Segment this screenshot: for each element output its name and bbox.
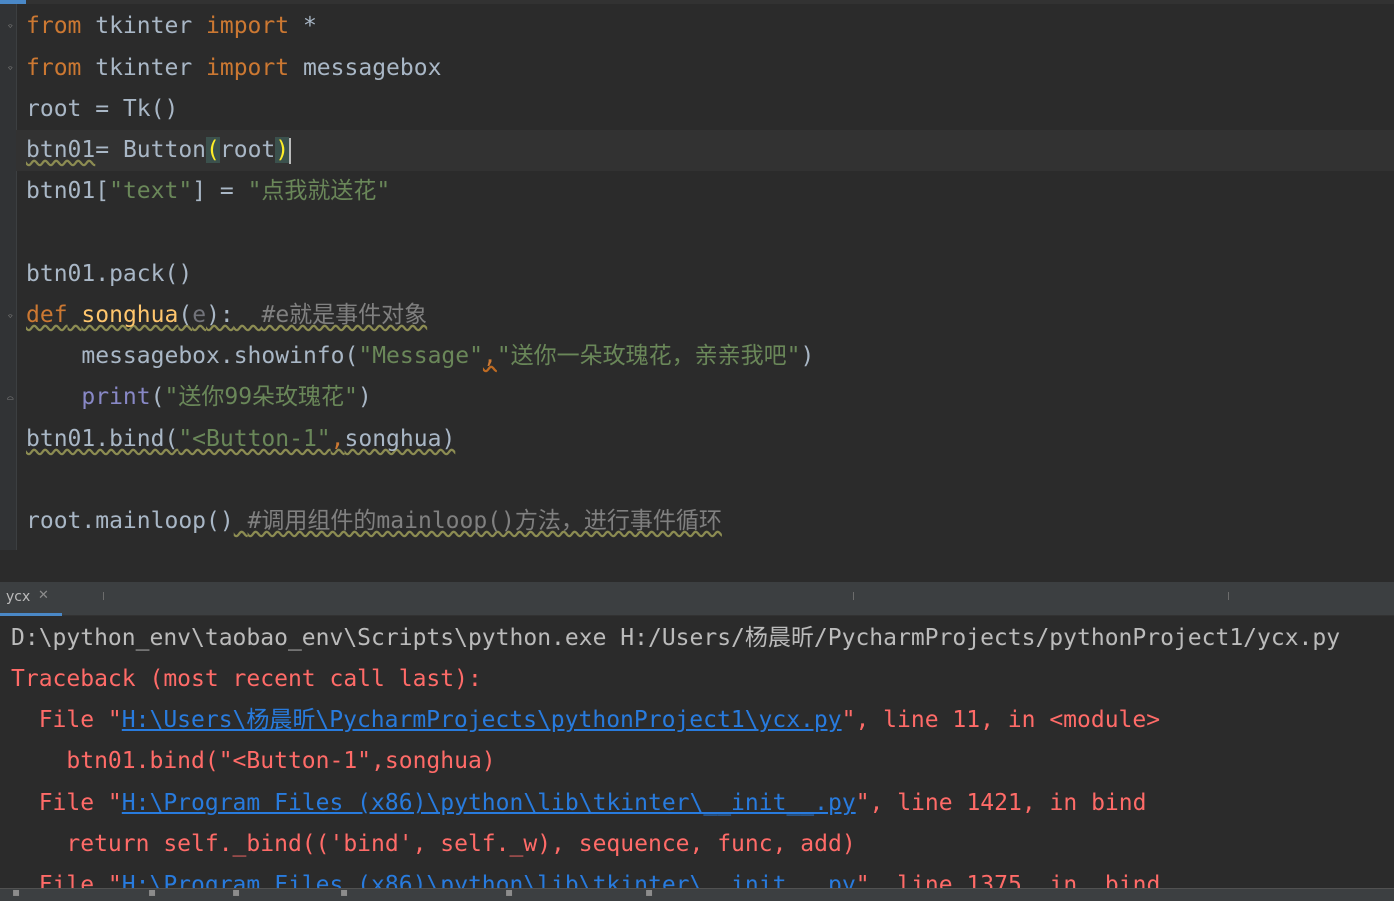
code-text: = Button — [95, 137, 207, 163]
traceback-text: ", line 1421, in bind — [855, 790, 1147, 816]
console-line: File "H:\Users\杨晨昕\PycharmProjects\pytho… — [11, 700, 1160, 741]
code-line[interactable]: messagebox.showinfo("Message","送你一朵玫瑰花，亲… — [26, 336, 814, 377]
code-text: ] = — [192, 178, 248, 204]
code-text: tkinter — [81, 55, 207, 81]
string-literal: "<Button-1" — [178, 426, 331, 452]
tool-window-button[interactable]: ▪ — [340, 889, 348, 899]
traceback-code: return self._bind(('bind', self._w), seq… — [11, 831, 856, 857]
keyword: from — [26, 13, 82, 39]
tool-window-button[interactable]: ▪ — [645, 889, 653, 899]
code-text: root.mainloop() — [26, 508, 234, 534]
code-text: btn01.pack() — [26, 261, 193, 287]
console-command: D:\python_env\taobao_env\Scripts\python.… — [11, 625, 1341, 651]
code-line[interactable]: btn01.pack() — [26, 254, 192, 295]
editor-tab-strip — [0, 0, 1394, 4]
traceback-text: ", line 11, in <module> — [841, 707, 1161, 733]
run-console[interactable]: D:\python_env\taobao_env\Scripts\python.… — [0, 616, 1394, 888]
file-link[interactable]: H:\Program Files (x86)\python\lib\tkinte… — [122, 872, 856, 888]
traceback-text: File " — [11, 872, 122, 888]
code-text: * — [289, 13, 317, 39]
code-text: ) — [357, 384, 372, 410]
console-line: return self._bind(('bind', self._w), seq… — [11, 824, 856, 865]
console-line: D:\python_env\taobao_env\Scripts\python.… — [11, 618, 1340, 659]
code-text: tkinter — [81, 13, 207, 39]
comma: , — [482, 343, 497, 369]
console-line: File "H:\Program Files (x86)\python\lib\… — [11, 783, 1147, 824]
tool-window-button[interactable]: ▪ — [148, 889, 156, 899]
fold-marker-icon[interactable]: ⌔ — [7, 62, 17, 76]
panel-splitter[interactable] — [0, 550, 1394, 582]
matched-paren: ) — [275, 137, 290, 163]
code-text: ( — [150, 384, 165, 410]
code-text: songhua) — [344, 426, 456, 452]
traceback-text: File " — [11, 790, 122, 816]
code-text: root = Tk() — [26, 96, 179, 122]
comment: #e就是事件对象 — [261, 302, 428, 328]
string-literal: "点我就送花" — [247, 178, 391, 204]
console-line: Traceback (most recent call last): — [11, 659, 482, 700]
parameter: e — [192, 302, 207, 328]
fold-marker-icon[interactable]: ⌔ — [7, 20, 17, 34]
console-line: File "H:\Program Files (x86)\python\lib\… — [11, 865, 1161, 888]
string-literal: "送你99朵玫瑰花" — [164, 384, 358, 410]
code-line[interactable]: root.mainloop() #调用组件的mainloop()方法，进行事件循… — [26, 501, 722, 542]
tool-window-button[interactable]: ▪ — [505, 889, 513, 899]
code-line[interactable]: from tkinter import messagebox — [26, 48, 441, 89]
comment: #调用组件的mainloop()方法，进行事件循环 — [247, 508, 722, 534]
tool-window-button[interactable]: ▪ — [12, 889, 20, 899]
string-literal: "Message" — [358, 343, 483, 369]
traceback-header: Traceback (most recent call last): — [11, 666, 482, 692]
code-text: btn01 — [26, 137, 96, 163]
text-caret — [289, 137, 292, 164]
tool-window-button[interactable]: ▪ — [232, 889, 240, 899]
code-line[interactable]: from tkinter import * — [26, 6, 317, 47]
editor-gutter: ⌔ ⌔ ⌔ ⌓ — [0, 4, 17, 550]
run-tab-ycx[interactable]: ycx ✕ — [0, 582, 62, 616]
file-link[interactable]: H:\Program Files (x86)\python\lib\tkinte… — [122, 790, 856, 816]
code-line[interactable]: print("送你99朵玫瑰花") — [26, 377, 372, 418]
traceback-text: ", line 1375, in _bind — [855, 872, 1161, 888]
close-icon[interactable]: ✕ — [38, 588, 49, 603]
run-tab-label: ycx — [6, 589, 31, 605]
code-text: ): — [206, 302, 234, 328]
code-line[interactable]: def songhua(e): #e就是事件对象 — [26, 295, 427, 336]
bottom-tool-strip: ▪ ▪ ▪ ▪ ▪ ▪ — [0, 888, 1394, 901]
code-text: messagebox — [289, 55, 442, 81]
traceback-code: btn01.bind("<Button-1",songhua) — [11, 748, 496, 774]
keyword: import — [206, 55, 290, 81]
code-text: ( — [178, 302, 193, 328]
drag-handle-icon — [1228, 592, 1229, 600]
fold-marker-icon[interactable]: ⌓ — [7, 392, 17, 406]
run-tool-window-header: ycx ✕ — [0, 582, 1394, 616]
function-name: songhua — [81, 302, 179, 328]
code-text: messagebox.showinfo( — [26, 343, 359, 369]
code-text: btn01[ — [26, 178, 110, 204]
current-code-line[interactable]: btn01= Button(root) — [16, 130, 1394, 171]
drag-handle-icon[interactable] — [103, 592, 104, 600]
comma: , — [330, 426, 345, 452]
keyword: import — [206, 13, 290, 39]
code-text: root — [219, 137, 276, 163]
fold-marker-icon[interactable]: ⌔ — [7, 310, 17, 324]
file-link[interactable]: H:\Users\杨晨昕\PycharmProjects\pythonProje… — [122, 707, 842, 733]
code-line[interactable]: btn01.bind("<Button-1",songhua) — [26, 419, 455, 460]
code-text: ) — [800, 343, 815, 369]
code-line[interactable]: btn01["text"] = "点我就送花" — [26, 171, 390, 212]
code-text: btn01.bind( — [26, 426, 179, 452]
traceback-text: File " — [11, 707, 122, 733]
builtin: print — [81, 384, 151, 410]
console-line: btn01.bind("<Button-1",songhua) — [11, 741, 496, 782]
string-literal: "text" — [109, 178, 193, 204]
code-editor[interactable]: ⌔ ⌔ ⌔ ⌓ from tkinter import * from tkint… — [0, 0, 1394, 550]
keyword: from — [26, 55, 82, 81]
drag-handle-icon — [853, 592, 854, 600]
matched-paren: ( — [206, 137, 220, 163]
code-line[interactable]: root = Tk() — [26, 89, 178, 130]
string-literal: "送你一朵玫瑰花，亲亲我吧" — [496, 343, 801, 369]
keyword: def — [26, 302, 68, 328]
